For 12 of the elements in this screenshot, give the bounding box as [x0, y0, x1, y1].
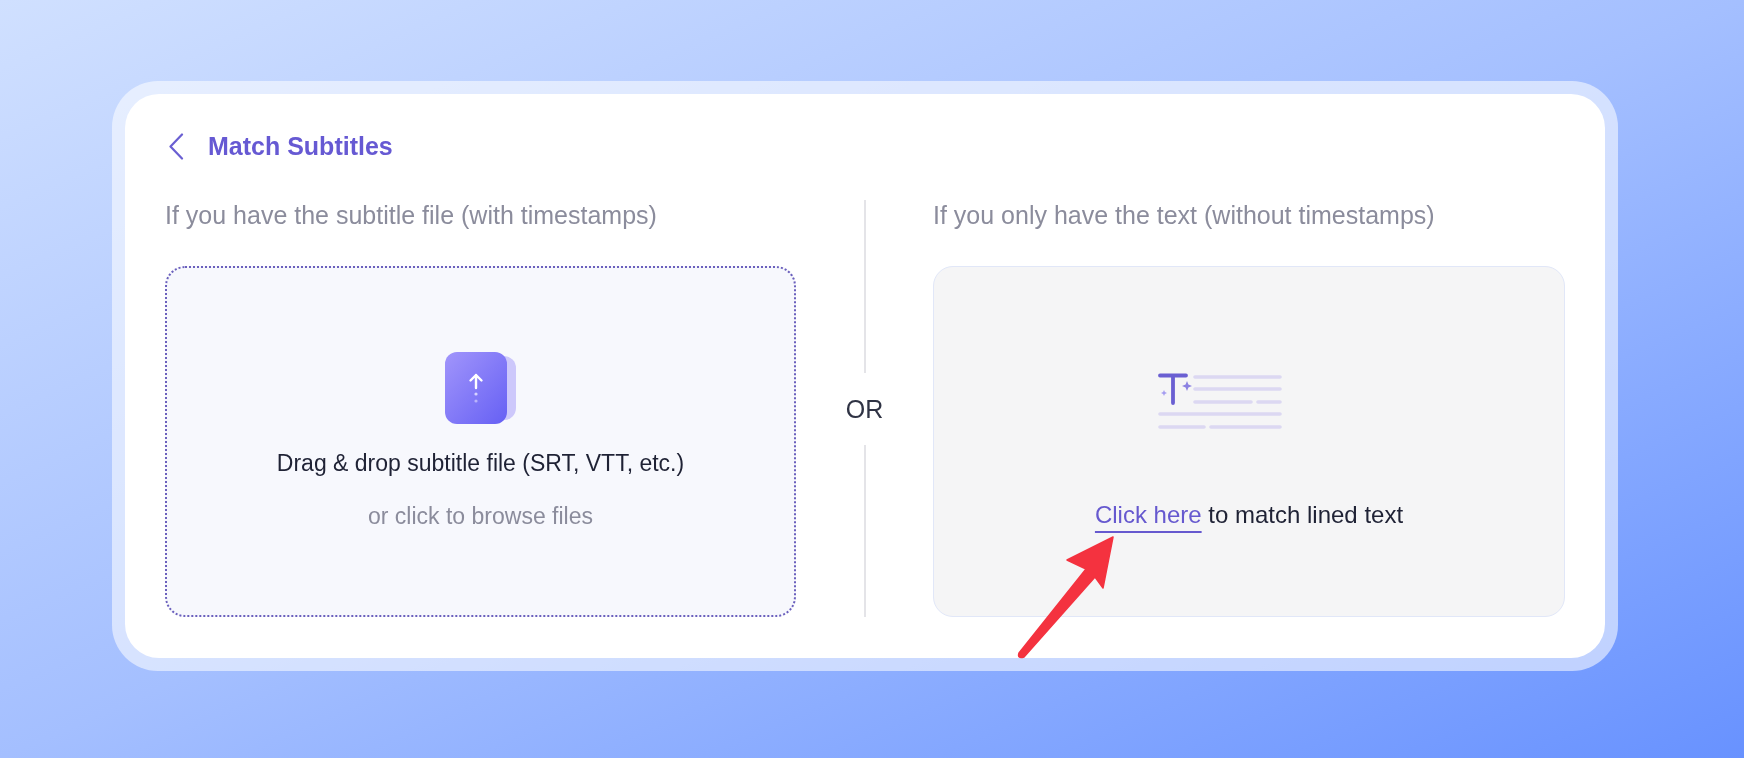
click-here-link[interactable]: Click here	[1094, 501, 1202, 528]
page-title: Match Subtitles	[208, 131, 393, 161]
section-heading: If you only have the text (without timestamps)	[933, 200, 1436, 230]
upload-icon	[445, 352, 516, 424]
match-text-prompt: Click here to match lined text	[1094, 500, 1404, 530]
dropzone-prompt: Drag & drop subtitle file (SRT, VTT, etc.)	[276, 449, 685, 477]
text-lines-icon	[1157, 372, 1283, 430]
upload-dropzone[interactable]: Drag & drop subtitle file (SRT, VTT, etc.) or click to browse files	[165, 266, 796, 617]
section-heading: If you have the subtitle file (with timestamps)	[165, 200, 658, 230]
back-icon[interactable]	[168, 132, 184, 160]
dropzone-hint: or click to browse files	[368, 502, 593, 530]
or-label: OR	[845, 393, 884, 425]
